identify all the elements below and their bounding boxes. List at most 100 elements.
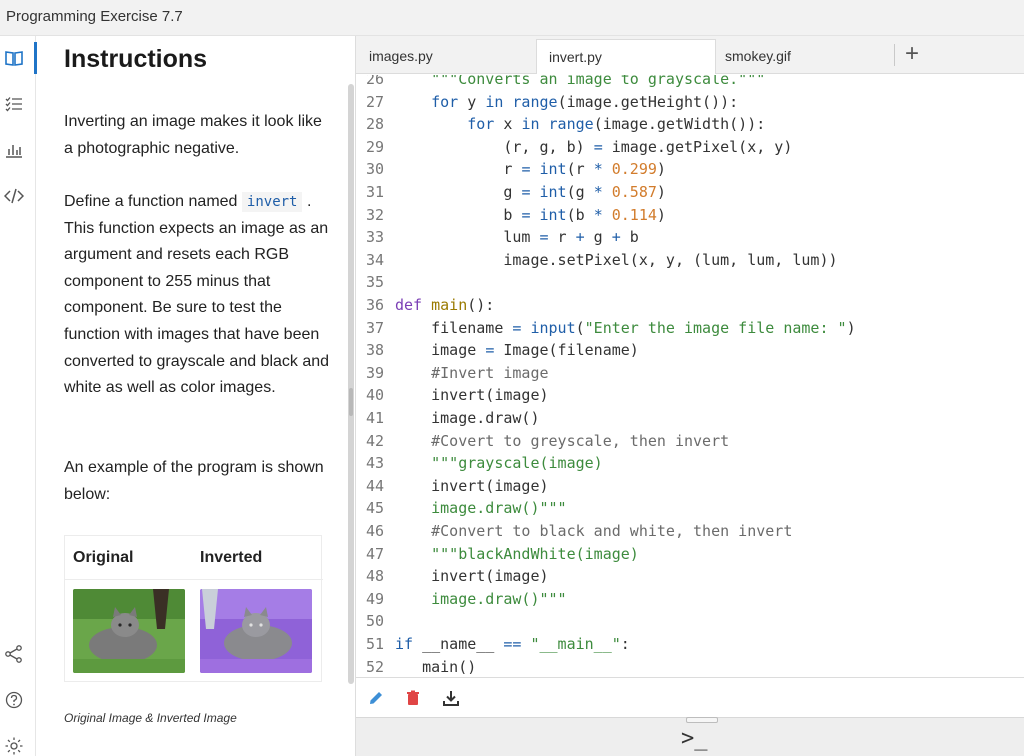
panel-splitter[interactable] — [347, 36, 355, 756]
para2-rest: . This function expects an image as an a… — [64, 193, 330, 397]
instructions-panel: Instructions Inverting an image makes it… — [37, 36, 347, 756]
code-text: """blackAndWhite(image) — [395, 544, 639, 563]
line-number: 37 — [366, 318, 385, 337]
code-line[interactable]: 27 for y in range(image.getHeight()): — [356, 91, 1024, 114]
line-number: 48 — [366, 567, 385, 586]
code-line[interactable]: 46 #Convert to black and white, then inv… — [356, 520, 1024, 543]
splitter-grip[interactable] — [349, 388, 353, 416]
code-line[interactable]: 39 #Invert image — [356, 362, 1024, 385]
tab-smokey-gif[interactable]: smokey.gif — [713, 39, 893, 74]
code-text: #Invert image — [395, 363, 549, 382]
help-icon[interactable] — [2, 688, 26, 712]
image-caption: Original Image & Inverted Image — [64, 711, 237, 725]
trash-icon[interactable] — [403, 688, 423, 708]
code-line[interactable]: 26 """Converts an image to grayscale.""" — [356, 75, 1024, 91]
tab-images-py[interactable]: images.py — [357, 39, 537, 74]
code-text: for y in range(image.getHeight()): — [431, 92, 739, 111]
tab-label: images.py — [369, 48, 433, 64]
code-line[interactable]: 37 filename = input("Enter the image fil… — [356, 317, 1024, 340]
code-icon[interactable] — [2, 184, 26, 208]
col-original-header: Original — [73, 549, 134, 566]
code-line[interactable]: 33 lum = r + g + b — [356, 226, 1024, 249]
book-icon[interactable] — [2, 46, 26, 70]
instruction-paragraph-3: An example of the program is shown below… — [64, 459, 324, 503]
line-number: 43 — [366, 454, 385, 473]
editor-toolbar — [356, 677, 1024, 717]
line-number: 52 — [366, 657, 385, 676]
code-text: #Covert to greyscale, then invert — [395, 431, 730, 450]
code-line[interactable]: 29 (r, g, b) = image.getPixel(x, y) — [356, 136, 1024, 159]
code-line[interactable]: 40 invert(image) — [356, 384, 1024, 407]
code-line[interactable]: 35 — [356, 271, 1024, 294]
share-icon[interactable] — [2, 642, 26, 666]
instruction-paragraph-2: Define a function named invert . This fu… — [64, 189, 334, 402]
code-text: r = int(r * 0.299) — [395, 160, 666, 179]
line-number: 28 — [366, 115, 385, 134]
left-icon-rail — [0, 36, 37, 756]
instructions-scrollbar[interactable] — [348, 84, 354, 684]
line-number: 42 — [366, 431, 385, 450]
instruction-paragraph-1: Inverting an image makes it look like a … — [64, 113, 322, 157]
title-bar: Programming Exercise 7.7 — [0, 0, 1024, 36]
code-line[interactable]: 43 """grayscale(image) — [356, 452, 1024, 475]
console-panel[interactable]: >_ — [356, 717, 1024, 756]
line-number: 31 — [366, 183, 385, 201]
tab-label: smokey.gif — [725, 48, 791, 64]
code-text: for x in range(image.getWidth()): — [467, 115, 766, 134]
table-header: Original Inverted — [65, 536, 323, 580]
download-icon[interactable] — [441, 688, 461, 708]
function-name-code: invert — [241, 192, 303, 212]
code-text: image = Image(filename) — [395, 341, 639, 360]
line-number: 30 — [366, 160, 385, 179]
tab-separator — [894, 44, 895, 66]
code-line[interactable]: 28 for x in range(image.getWidth()): — [356, 113, 1024, 136]
code-editor[interactable]: 26 """Converts an image to grayscale."""… — [356, 75, 1024, 678]
code-text: filename = input("Enter the image file n… — [395, 318, 856, 337]
console-resize-handle[interactable] — [686, 717, 718, 723]
pencil-icon[interactable] — [366, 688, 386, 708]
code-line[interactable]: 42 #Covert to greyscale, then invert — [356, 430, 1024, 453]
code-line[interactable]: 32 b = int(b * 0.114) — [356, 204, 1024, 227]
editor-area: images.py invert.py smokey.gif + 26 """C… — [355, 36, 1024, 756]
code-text: lum = r + g + b — [395, 228, 639, 247]
code-text: invert(image) — [395, 567, 549, 586]
code-line[interactable]: 31 g = int(g * 0.587) — [356, 181, 1024, 204]
line-number: 32 — [366, 205, 385, 224]
chart-icon[interactable] — [2, 138, 26, 162]
line-number: 26 — [366, 75, 385, 88]
line-number: 35 — [366, 273, 385, 292]
line-number: 27 — [366, 92, 385, 111]
code-line[interactable]: 34 image.setPixel(x, y, (lum, lum, lum)) — [356, 249, 1024, 272]
code-line[interactable]: 36 def main(): — [356, 294, 1024, 317]
code-text: main() — [395, 657, 477, 676]
code-text: def main(): — [395, 296, 495, 314]
checklist-icon[interactable] — [2, 92, 26, 116]
add-tab-button[interactable]: + — [905, 40, 925, 67]
code-text: image.draw()""" — [395, 499, 567, 518]
col-inverted-header: Inverted — [200, 549, 263, 566]
code-line[interactable]: 52 main() — [356, 656, 1024, 678]
code-text: image.setPixel(x, y, (lum, lum, lum)) — [395, 250, 838, 269]
line-number: 29 — [366, 137, 385, 156]
code-text: """grayscale(image) — [395, 454, 603, 473]
window-title: Programming Exercise 7.7 — [6, 8, 183, 25]
code-line[interactable]: 45 image.draw()""" — [356, 497, 1024, 520]
code-line[interactable]: 41 image.draw() — [356, 407, 1024, 430]
code-line[interactable]: 50 — [356, 610, 1024, 633]
code-line[interactable]: 30 r = int(r * 0.299) — [356, 158, 1024, 181]
code-line[interactable]: 38 image = Image(filename) — [356, 339, 1024, 362]
code-line[interactable]: 49 image.draw()""" — [356, 588, 1024, 611]
instructions-heading: Instructions — [64, 45, 208, 73]
settings-icon[interactable] — [2, 734, 26, 756]
code-text: invert(image) — [395, 476, 549, 495]
code-line[interactable]: 48 invert(image) — [356, 565, 1024, 588]
line-number: 45 — [366, 499, 385, 518]
code-line[interactable]: 47 """blackAndWhite(image) — [356, 543, 1024, 566]
code-line[interactable]: 44 invert(image) — [356, 475, 1024, 498]
line-number: 40 — [366, 386, 385, 405]
tab-invert-py[interactable]: invert.py — [536, 39, 716, 74]
line-number: 38 — [366, 341, 385, 360]
code-line[interactable]: 51 if __name__ == "__main__": — [356, 633, 1024, 656]
file-tab-bar: images.py invert.py smokey.gif + — [356, 36, 1024, 74]
code-text: b = int(b * 0.114) — [395, 205, 666, 224]
